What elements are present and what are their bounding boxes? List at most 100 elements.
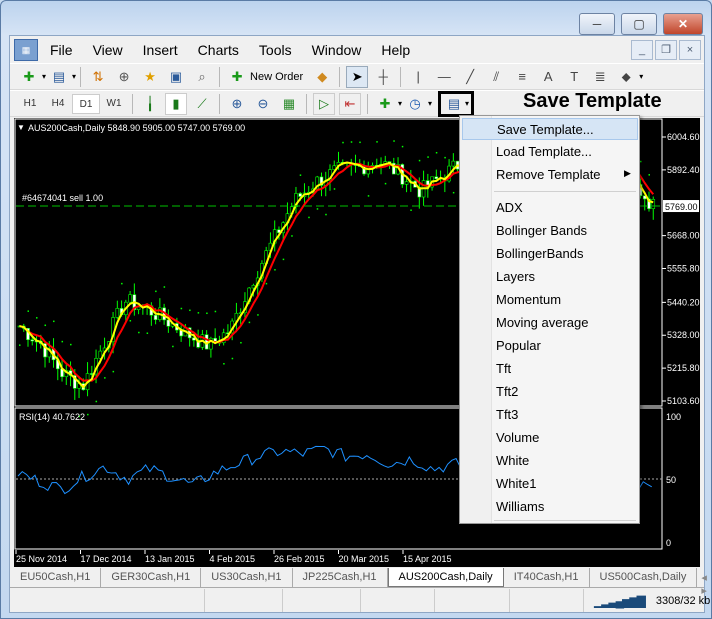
- new-chart-icon[interactable]: ✚: [18, 66, 40, 88]
- new-order-button[interactable]: New Order: [250, 71, 303, 83]
- traffic-status: 3308/32 kb: [655, 594, 711, 607]
- date-tick: 20 Mar 2015: [339, 554, 390, 564]
- menu-template-item[interactable]: Tft: [462, 358, 638, 380]
- menu-template-item[interactable]: Moving average: [462, 312, 638, 334]
- indicators-icon[interactable]: ✚: [374, 93, 396, 115]
- trendline-icon[interactable]: ╱: [459, 66, 481, 88]
- menu-help[interactable]: Help: [371, 42, 420, 58]
- timeframe-d1[interactable]: D1: [72, 93, 100, 114]
- horizontal-line-icon[interactable]: —: [433, 66, 455, 88]
- text-icon[interactable]: A: [537, 66, 559, 88]
- parabolic-sar-dot: [401, 145, 404, 148]
- periods-clock-icon[interactable]: ◷: [404, 93, 426, 115]
- candle-body: [128, 294, 132, 303]
- template-icon: ▤: [447, 95, 461, 111]
- profiles-icon[interactable]: ▤: [48, 66, 70, 88]
- menu-template-item[interactable]: BollingerBands: [462, 243, 638, 265]
- parabolic-sar-dot: [70, 343, 72, 346]
- zoom-out-icon[interactable]: ⊖: [252, 93, 274, 115]
- chart-tab[interactable]: US30Cash,H1: [201, 568, 293, 587]
- mdi-minimize-button[interactable]: _: [631, 40, 653, 60]
- status-bar: ▁▂▃▄▅▆▇ 3308/32 kb: [10, 589, 710, 612]
- menu-template-item[interactable]: Layers: [462, 266, 638, 288]
- menu-remove-template[interactable]: Remove Template: [462, 164, 638, 186]
- terminal-icon[interactable]: ▣: [165, 66, 187, 88]
- vertical-line-icon[interactable]: |: [407, 66, 429, 88]
- chart-tab[interactable]: GER30Cash,H1: [101, 568, 202, 587]
- menu-template-item[interactable]: Volume: [462, 427, 638, 449]
- timeframe-h4[interactable]: H4: [44, 94, 72, 114]
- menu-window[interactable]: Window: [302, 42, 372, 58]
- candle-body: [451, 160, 456, 167]
- parabolic-sar-dot: [121, 282, 123, 285]
- menu-save-template[interactable]: Save Template...: [462, 118, 638, 140]
- market-watch-icon[interactable]: ⇅: [87, 66, 109, 88]
- menu-template-item[interactable]: Tft2: [462, 381, 638, 403]
- menu-template-item[interactable]: Tft3: [462, 404, 638, 426]
- candle-body: [115, 308, 120, 318]
- price-tick: 5328.00: [667, 330, 700, 340]
- chart-tab[interactable]: JP225Cash,H1: [293, 568, 388, 587]
- menu-template-item[interactable]: White: [462, 450, 638, 472]
- chart-tab-active[interactable]: AUS200Cash,Daily: [387, 568, 504, 587]
- auto-scroll-icon[interactable]: ▷: [313, 92, 335, 115]
- parabolic-sar-dot: [316, 208, 319, 210]
- fibo-fan-icon[interactable]: ≣: [589, 66, 611, 88]
- chart-tab[interactable]: IT40Cash,H1: [504, 568, 590, 587]
- menu-insert[interactable]: Insert: [133, 42, 188, 58]
- new-order-icon[interactable]: ✚: [226, 66, 248, 88]
- menu-template-item[interactable]: ADX: [462, 197, 638, 219]
- crosshair-target-icon[interactable]: ⊕: [113, 66, 135, 88]
- menu-tools[interactable]: Tools: [249, 42, 302, 58]
- parabolic-sar-dot: [197, 312, 200, 314]
- tab-scroll-arrows-icon[interactable]: ◂ ▸: [697, 568, 711, 597]
- templates-button[interactable]: ▤ ▾: [438, 90, 475, 117]
- menu-file[interactable]: File: [40, 42, 83, 58]
- menu-template-item[interactable]: Bollinger Bands: [462, 220, 638, 242]
- date-tick: 25 Nov 2014: [16, 554, 67, 564]
- zoom-in-icon[interactable]: ⊕: [226, 93, 248, 115]
- parabolic-sar-dot: [444, 156, 446, 159]
- menu-charts[interactable]: Charts: [188, 42, 249, 58]
- parabolic-sar-dot: [308, 216, 310, 219]
- menu-template-item[interactable]: Williams: [462, 496, 638, 518]
- timeframe-w1[interactable]: W1: [100, 94, 128, 114]
- parabolic-sar-dot: [376, 141, 378, 143]
- close-button[interactable]: ✕: [663, 13, 703, 35]
- line-chart-icon[interactable]: ⟋: [191, 93, 213, 115]
- menu-template-item[interactable]: Popular: [462, 335, 638, 357]
- chart-shift-icon[interactable]: ⇤: [339, 92, 361, 115]
- menu-bar: ▦ File View Insert Charts Tools Window H…: [10, 36, 704, 63]
- bar-chart-icon[interactable]: ╽: [139, 93, 161, 115]
- crosshair-icon[interactable]: ┼: [372, 66, 394, 88]
- candle-body: [153, 314, 158, 320]
- menu-template-item[interactable]: Momentum: [462, 289, 638, 311]
- parabolic-sar-dot: [265, 282, 268, 285]
- tile-windows-icon[interactable]: ▦: [278, 93, 300, 115]
- fibonacci-icon[interactable]: ≡: [511, 66, 533, 88]
- menu-load-template[interactable]: Load Template...: [462, 141, 638, 163]
- expert-advisors-icon[interactable]: ◆: [311, 66, 333, 88]
- mdi-restore-button[interactable]: ❐: [655, 40, 677, 60]
- parabolic-sar-dot: [384, 182, 387, 185]
- parabolic-sar-dot: [87, 413, 89, 416]
- equidistant-channel-icon[interactable]: ⫽: [485, 66, 507, 88]
- menu-view[interactable]: View: [83, 42, 133, 58]
- chart-tab[interactable]: US500Cash,Daily: [590, 568, 698, 587]
- chart-tab[interactable]: EU50Cash,H1: [10, 568, 102, 587]
- minimize-button[interactable]: ─: [579, 13, 615, 35]
- arrows-icon[interactable]: ⬥: [615, 66, 637, 88]
- strategy-tester-icon[interactable]: ⌕: [191, 66, 213, 88]
- menu-template-item[interactable]: White1: [462, 473, 638, 495]
- navigator-star-icon[interactable]: ★: [139, 66, 161, 88]
- timeframe-h1[interactable]: H1: [16, 94, 44, 114]
- price-tick: 5440.20: [667, 297, 700, 307]
- chart-menu-arrow-icon: ▼: [17, 123, 25, 132]
- text-label-icon[interactable]: T: [563, 66, 585, 88]
- mdi-close-button[interactable]: ×: [679, 40, 701, 60]
- maximize-button[interactable]: ▢: [621, 13, 657, 35]
- candle-body: [651, 199, 656, 209]
- cursor-icon[interactable]: ➤: [346, 65, 369, 88]
- parabolic-sar-dot: [231, 357, 234, 360]
- candlestick-icon[interactable]: ▮: [165, 92, 187, 115]
